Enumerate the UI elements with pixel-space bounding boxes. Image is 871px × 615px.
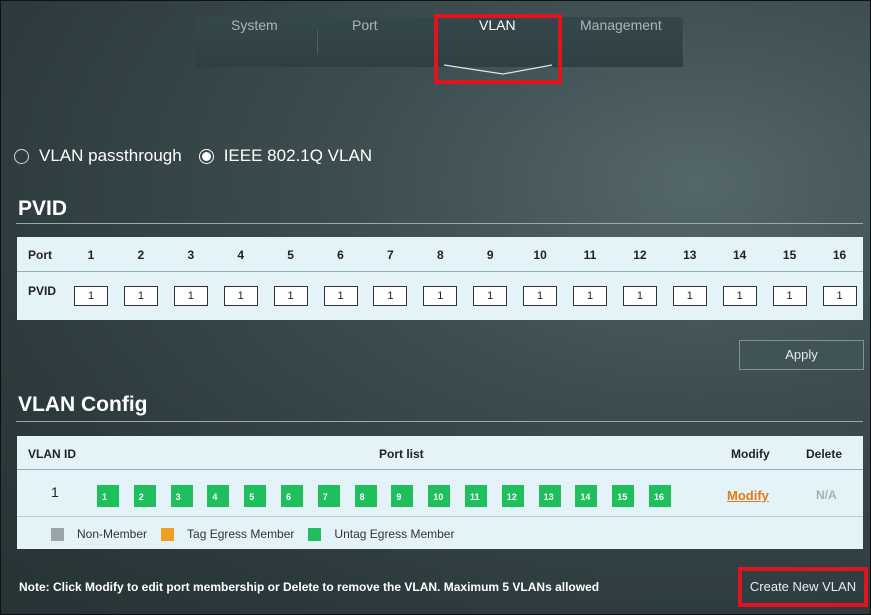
port-number: 13 (683, 248, 697, 262)
pvid-table: Port 1 2 3 4 5 6 7 8 9 10 11 12 13 14 15 16 PVID 111111… (17, 237, 863, 320)
pvid-input[interactable]: 1 (273, 286, 308, 306)
vlan-config-divider (16, 421, 863, 422)
highlight-box-create-vlan (738, 567, 868, 607)
vlan-id-header: VLAN ID (28, 447, 76, 461)
pvid-title: PVID (18, 197, 68, 220)
vlan-mode-selector: VLAN passthrough IEEE 802.1Q VLAN (14, 146, 372, 166)
pvid-input[interactable]: 1 (672, 286, 707, 306)
port-member-box[interactable]: 9 (391, 485, 414, 507)
pvid-input[interactable]: 1 (423, 286, 458, 306)
port-member-box[interactable]: 1 (97, 485, 119, 507)
radio-label-vlan-passthrough: VLAN passthrough (39, 146, 182, 165)
modify-link[interactable]: Modify (727, 488, 769, 503)
note-text: Note: Click Modify to edit port membersh… (19, 580, 600, 594)
legend-untag-egress: Untag Egress Member (334, 527, 455, 541)
tab-port[interactable]: Port (352, 17, 378, 33)
pvid-input[interactable]: 1 (772, 286, 807, 306)
untag-egress-swatch (308, 527, 322, 541)
radio-ieee-8021q[interactable] (198, 148, 214, 164)
port-number: 14 (733, 248, 747, 262)
port-member-box[interactable]: 3 (170, 485, 193, 507)
membership-legend: Non-Member Tag Egress Member Untag Egres… (51, 527, 468, 541)
tab-system[interactable]: System (231, 17, 278, 33)
port-member-box[interactable]: 6 (281, 485, 303, 507)
port-number: 12 (633, 248, 647, 262)
port-member-box[interactable]: 8 (354, 485, 377, 507)
pvid-input[interactable]: 1 (123, 286, 158, 306)
port-number: 9 (486, 248, 494, 262)
port-number: 10 (533, 248, 547, 262)
tag-egress-swatch (161, 527, 175, 541)
vlan-id-value: 1 (51, 484, 59, 500)
radio-label-ieee-8021q: IEEE 802.1Q VLAN (223, 146, 373, 165)
port-member-box[interactable]: 5 (244, 485, 267, 507)
pvid-input[interactable]: 1 (373, 286, 408, 306)
port-number: 4 (237, 248, 245, 262)
apply-button[interactable]: Apply (739, 340, 864, 370)
port-number: 11 (583, 248, 597, 262)
highlight-box-vlan-tab (434, 14, 562, 84)
port-number: 5 (287, 248, 294, 262)
port-number: 8 (436, 248, 444, 262)
port-number: 3 (187, 248, 195, 262)
pvid-row-label: PVID (28, 284, 57, 298)
port-member-box[interactable]: 13 (538, 485, 561, 507)
delete-header: Delete (806, 447, 843, 461)
port-member-box[interactable]: 12 (501, 485, 524, 507)
table-row: 1 1 2 3 4 5 6 7 8 9 10 11 12 13 14 15 16 Modify N/A (17, 470, 863, 517)
port-member-box[interactable]: 11 (465, 485, 487, 507)
tab-divider (317, 30, 318, 54)
legend-non-member: Non-Member (77, 527, 148, 541)
port-number: 6 (337, 248, 344, 262)
vlan-table-header: VLAN ID Port list Modify Delete (17, 436, 863, 470)
radio-vlan-passthrough[interactable] (14, 148, 29, 164)
port-list-header: Port list (379, 447, 424, 461)
pvid-input[interactable]: 1 (822, 286, 857, 306)
pvid-header-row: Port 1 2 3 4 5 6 7 8 9 10 11 12 13 14 15 16 (17, 237, 863, 272)
pvid-input[interactable]: 1 (223, 286, 258, 306)
modify-header: Modify (731, 447, 770, 461)
port-member-box[interactable]: 10 (428, 485, 451, 507)
delete-value: N/A (816, 488, 837, 502)
port-member-box[interactable]: 16 (649, 485, 671, 507)
legend-tag-egress: Tag Egress Member (187, 527, 295, 541)
port-number: 2 (137, 248, 145, 262)
pvid-input[interactable]: 1 (173, 286, 208, 306)
vlan-config-table: VLAN ID Port list Modify Delete 1 123456… (17, 436, 863, 549)
port-member-box[interactable]: 7 (317, 485, 340, 507)
port-number: 1 (87, 248, 95, 262)
port-number: 7 (387, 248, 394, 262)
vlan-config-title: VLAN Config (18, 393, 148, 416)
port-number: 15 (782, 248, 797, 262)
pvid-input[interactable]: 1 (74, 286, 108, 306)
pvid-input[interactable]: 1 (323, 286, 358, 306)
pvid-input[interactable]: 1 (523, 286, 558, 306)
pvid-input[interactable]: 1 (622, 286, 657, 306)
port-member-box[interactable]: 4 (207, 485, 230, 507)
port-member-box[interactable]: 2 (133, 485, 156, 507)
non-member-swatch (51, 527, 64, 541)
pvid-input[interactable]: 1 (473, 286, 508, 306)
port-number: 16 (832, 248, 847, 262)
pvid-input[interactable]: 1 (573, 286, 607, 306)
tab-management[interactable]: Management (580, 17, 662, 33)
port-member-box[interactable]: 14 (575, 485, 598, 507)
pvid-values-row: PVID 1111111111111111 (17, 280, 863, 314)
tab-divider (683, 30, 684, 54)
pvid-input[interactable]: 1 (722, 286, 757, 306)
port-column-label: Port (28, 248, 52, 262)
port-member-box[interactable]: 15 (612, 485, 635, 507)
pvid-divider (16, 223, 863, 224)
